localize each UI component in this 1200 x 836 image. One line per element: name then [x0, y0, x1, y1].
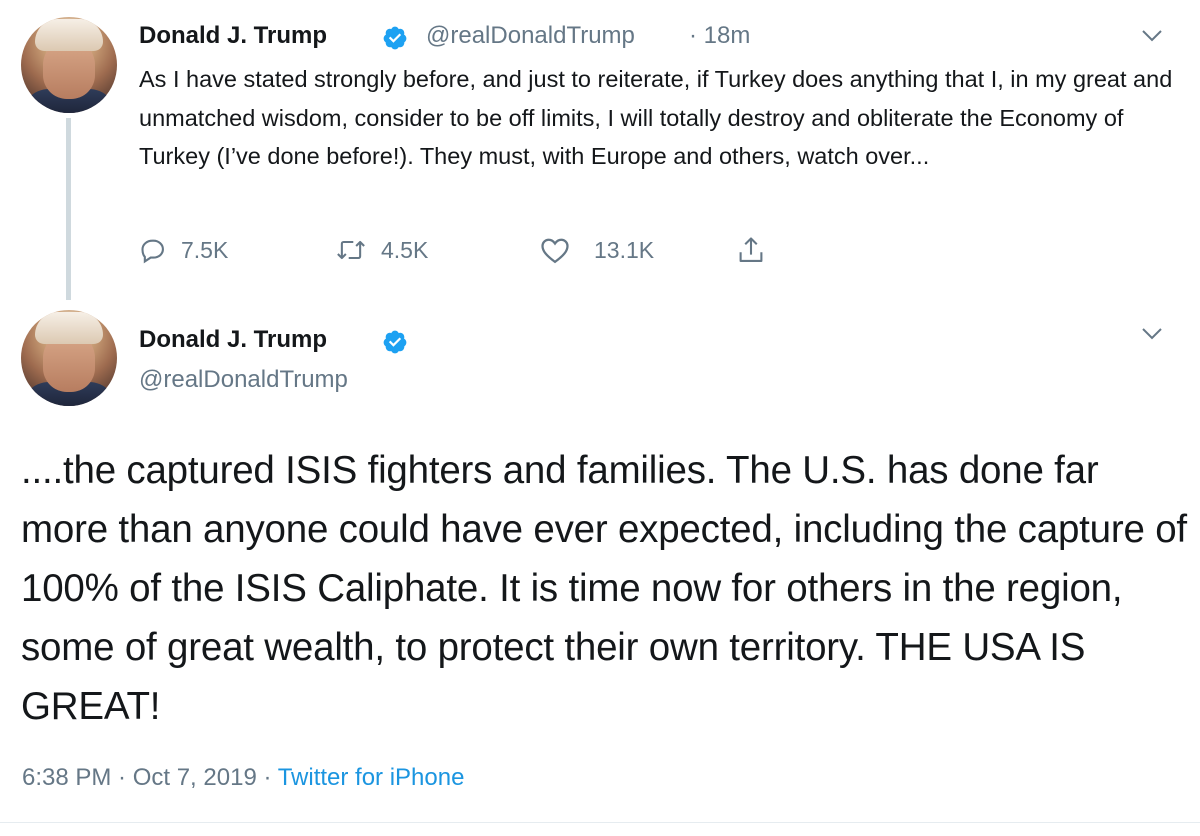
- like-icon: [541, 238, 569, 264]
- share-button[interactable]: [737, 228, 765, 272]
- reply-count: 7.5K: [181, 236, 229, 263]
- share-icon: [739, 237, 763, 262]
- avatar[interactable]: [21, 310, 117, 406]
- author-name[interactable]: Donald J. Trump: [139, 326, 327, 354]
- chevron-down-icon[interactable]: [1142, 30, 1162, 42]
- avatar-hair: [35, 19, 103, 51]
- tweet-1[interactable]: Donald J. Trump @realDonaldTrump · 18m A…: [0, 0, 1200, 300]
- verified-icon: [383, 26, 407, 50]
- retweet-button[interactable]: 4.5K: [335, 228, 428, 272]
- tweet-source-link[interactable]: Twitter for iPhone: [278, 764, 465, 791]
- tweet-timestamp[interactable]: · 18m: [689, 22, 750, 50]
- tweet-text: ....the captured ISIS fighters and famil…: [21, 449, 1187, 728]
- retweet-count: 4.5K: [381, 236, 429, 263]
- avatar-hair: [35, 312, 103, 344]
- tweet-meta: 6:38 PM · Oct 7, 2019 · Twitter for iPho…: [22, 764, 464, 792]
- verified-icon: [383, 330, 407, 354]
- avatar[interactable]: [21, 17, 117, 113]
- chevron-down-icon[interactable]: [1142, 328, 1162, 340]
- tweet-timestamp[interactable]: 6:38 PM · Oct 7, 2019 ·: [22, 764, 271, 791]
- thread-connector-line: [66, 118, 71, 300]
- author-handle[interactable]: @realDonaldTrump: [139, 366, 348, 394]
- tweet-text: As I have stated strongly before, and ju…: [139, 66, 1173, 169]
- retweet-icon: [337, 240, 365, 260]
- author-name[interactable]: Donald J. Trump: [139, 22, 327, 50]
- reply-icon: [141, 239, 164, 264]
- tweet-actions: 7.5K 4.5K 13.1K: [139, 228, 839, 272]
- reply-button[interactable]: 7.5K: [139, 228, 228, 272]
- like-count: 13.1K: [594, 236, 655, 263]
- divider: [0, 822, 1200, 823]
- like-button[interactable]: 13.1K: [540, 228, 654, 272]
- author-handle[interactable]: @realDonaldTrump: [426, 22, 635, 50]
